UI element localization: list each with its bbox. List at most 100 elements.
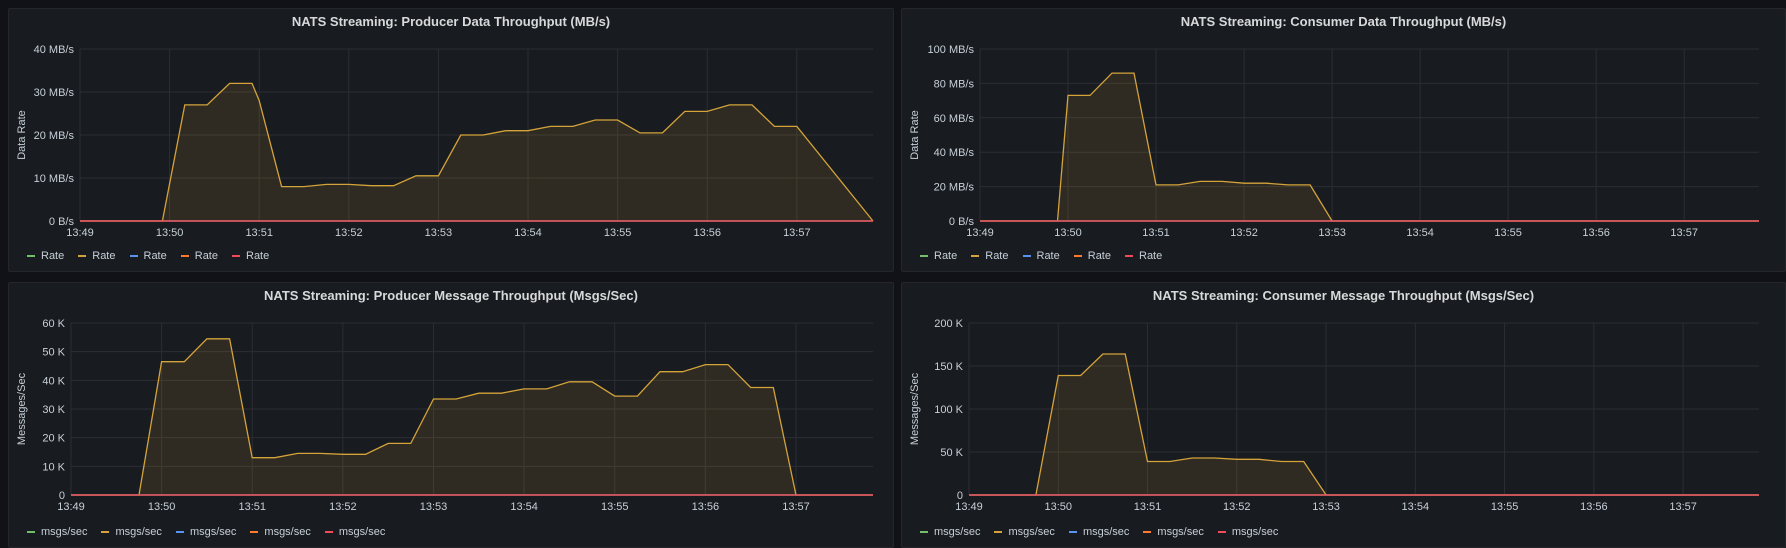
legend-item[interactable]: Rate (180, 250, 218, 262)
x-tick-label: 13:52 (335, 227, 363, 239)
legend-item[interactable]: msgs/sec (324, 526, 385, 538)
y-tick-label: 40 K (42, 375, 65, 387)
legend-item[interactable]: Rate (78, 250, 116, 262)
legend: msgs/sec msgs/sec msgs/sec msgs/sec msgs/sec (920, 526, 1278, 538)
legend-item[interactable]: Rate (1073, 250, 1111, 262)
legend-label: msgs/sec (189, 526, 237, 538)
y-tick-label: 50 K (42, 347, 65, 359)
legend-item[interactable]: msgs/sec (1143, 526, 1204, 538)
legend-item[interactable]: msgs/sec (920, 526, 980, 538)
legend-swatch (971, 255, 980, 257)
x-tick-label: 13:54 (510, 501, 538, 513)
legend-item[interactable]: msgs/sec (994, 526, 1055, 538)
legend-swatch (180, 255, 189, 257)
legend-label: msgs/sec (1008, 526, 1055, 538)
legend-label: msgs/sec (264, 526, 311, 538)
y-tick-label: 200 K (934, 318, 963, 330)
y-tick-label: 20 MB/s (34, 130, 75, 142)
legend-label: Rate (41, 250, 65, 262)
x-tick-label: 13:53 (1318, 227, 1346, 239)
legend-swatch (250, 531, 259, 533)
x-tick-label: 13:57 (783, 227, 811, 239)
y-tick-label: 60 MB/s (934, 113, 975, 125)
y-tick-label: 50 K (940, 447, 963, 459)
x-tick-label: 13:56 (1582, 227, 1610, 239)
legend-item[interactable]: Rate (971, 250, 1009, 262)
x-tick-label: 13:50 (1044, 501, 1072, 513)
legend-item[interactable]: msgs/sec (1068, 526, 1130, 538)
consumer-data-throughput-panel: NATS Streaming: Consumer Data Throughput… (901, 8, 1786, 272)
legend-item[interactable]: Rate (1125, 250, 1162, 262)
x-tick-label: 13:55 (601, 501, 629, 513)
chart-svg: 0 B/s10 MB/s20 MB/s30 MB/s40 MB/s13:49 13… (16, 44, 874, 239)
legend-label: Rate (194, 250, 218, 262)
x-tick-label: 13:53 (425, 227, 453, 239)
legend-item[interactable]: Rate (1022, 250, 1060, 262)
legend-item[interactable]: Rate (920, 250, 957, 262)
legend-item[interactable]: Rate (27, 250, 64, 262)
series-area (969, 354, 1759, 495)
x-tick-label: 13:56 (692, 501, 720, 513)
x-tick-label: 13:53 (420, 501, 448, 513)
legend-label: msgs/sec (41, 526, 88, 538)
legend-swatch (175, 531, 184, 533)
x-tick-label: 13:55 (604, 227, 632, 239)
legend-swatch (1022, 255, 1031, 257)
legend-item[interactable]: msgs/sec (250, 526, 311, 538)
y-tick-label: 80 MB/s (934, 78, 975, 90)
x-tick-label: 13:49 (955, 501, 983, 513)
x-tick-label: 13:50 (1054, 227, 1082, 239)
y-tick-label: 40 MB/s (934, 147, 975, 159)
legend-item[interactable]: Rate (232, 250, 269, 262)
y-axis-label: Messages/Sec (909, 372, 921, 445)
legend-swatch (1125, 255, 1133, 257)
legend: msgs/sec msgs/sec msgs/sec msgs/sec msgs/sec (27, 526, 385, 538)
legend-swatch (994, 531, 1003, 533)
x-tick-label: 13:51 (1142, 227, 1170, 239)
y-tick-label: 20 K (42, 433, 65, 445)
legend-swatch (920, 531, 928, 533)
series-area (80, 83, 873, 222)
x-tick-label: 13:51 (1134, 501, 1162, 513)
chart-svg: 010 K20 K30 K40 K50 K60 K13:49 13:50 13:51… (16, 318, 873, 513)
y-tick-label: 60 K (42, 318, 65, 330)
x-tick-label: 13:57 (1670, 227, 1698, 239)
producer-data-throughput-panel: NATS Streaming: Producer Data Throughput… (8, 8, 894, 272)
x-tick-label: 13:49 (57, 501, 85, 513)
y-tick-label: 20 MB/s (934, 182, 975, 194)
y-axis-label: Data Rate (909, 110, 921, 160)
legend-swatch (1143, 531, 1152, 533)
legend-swatch (129, 255, 138, 257)
legend-swatch (27, 255, 35, 257)
x-tick-label: 13:54 (1406, 227, 1434, 239)
x-tick-label: 13:49 (66, 227, 94, 239)
legend-item[interactable]: msgs/sec (27, 526, 87, 538)
chart-svg: 0 B/s20 MB/s40 MB/s60 MB/s80 MB/s100 MB/… (909, 44, 1759, 239)
legend-label: Rate (1036, 250, 1060, 262)
x-tick-label: 13:51 (245, 227, 273, 239)
legend-swatch (78, 255, 87, 257)
x-tick-label: 13:50 (148, 501, 176, 513)
legend-item[interactable]: msgs/sec (175, 526, 237, 538)
x-tick-label: 13:55 (1494, 227, 1522, 239)
legend-label: Rate (1087, 250, 1111, 262)
x-tick-label: 13:53 (1312, 501, 1340, 513)
producer-message-throughput-panel: NATS Streaming: Producer Message Through… (8, 282, 894, 548)
legend-item[interactable]: msgs/sec (101, 526, 162, 538)
legend-swatch (27, 531, 35, 533)
x-tick-label: 13:57 (1669, 501, 1697, 513)
legend-label: msgs/sec (1157, 526, 1204, 538)
legend-item[interactable]: Rate (129, 250, 167, 262)
legend-swatch (101, 531, 110, 533)
y-tick-label: 40 MB/s (34, 44, 75, 56)
legend-item[interactable]: msgs/sec (1217, 526, 1278, 538)
legend-label: msgs/sec (934, 526, 981, 538)
legend: Rate Rate Rate Rate Rate (27, 250, 269, 262)
legend-label: Rate (985, 250, 1009, 262)
chart-svg: 050 K100 K150 K200 K13:49 13:50 13:51 13:52… (909, 318, 1759, 513)
legend-label: msgs/sec (1082, 526, 1130, 538)
y-tick-label: 30 K (42, 404, 65, 416)
y-axis-label: Data Rate (16, 110, 28, 160)
x-tick-label: 13:56 (693, 227, 721, 239)
legend-swatch (1217, 531, 1226, 533)
